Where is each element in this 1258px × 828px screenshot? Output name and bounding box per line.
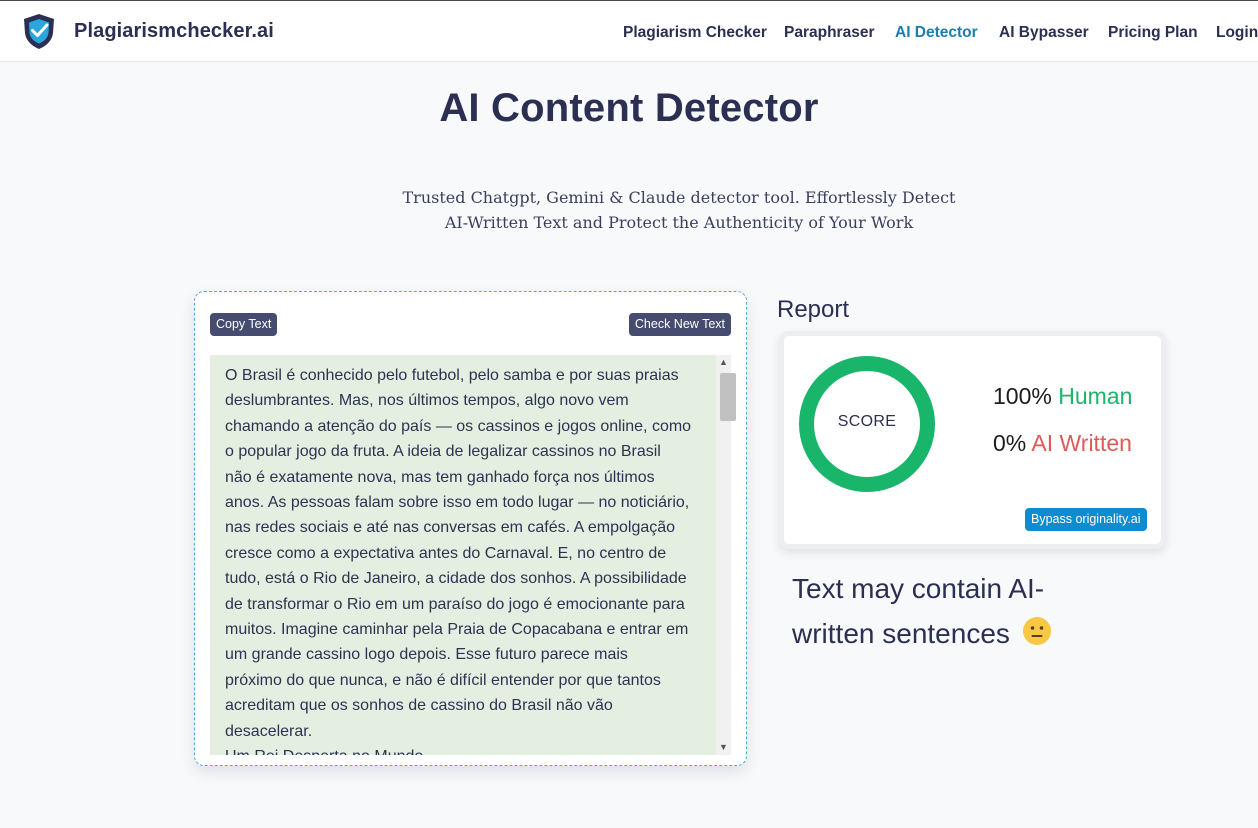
scroll-up-arrow-icon[interactable]: ▲	[716, 355, 731, 370]
bypass-originality-button[interactable]: Bypass originality.ai	[1025, 508, 1147, 531]
ai-score: 0% AI Written	[993, 430, 1132, 457]
nav-login[interactable]: Login	[1216, 24, 1258, 42]
human-label: Human	[1058, 383, 1133, 409]
human-score: 100% Human	[993, 383, 1132, 410]
nav-paraphraser[interactable]: Paraphraser	[784, 24, 874, 42]
copy-text-button[interactable]: Copy Text	[210, 313, 278, 336]
ai-label: AI Written	[1031, 430, 1132, 456]
subtitle-line-2: AI-Written Text and Protect the Authenti…	[444, 213, 914, 232]
neutral-face-icon	[1022, 614, 1052, 659]
nav-pricing-plan[interactable]: Pricing Plan	[1108, 24, 1198, 42]
text-editor-panel: Copy Text Check New Text O Brasil é conh…	[194, 291, 747, 766]
nav-ai-detector[interactable]: AI Detector	[895, 24, 978, 42]
subtitle-line-1: Trusted Chatgpt, Gemini & Claude detecto…	[402, 188, 956, 207]
human-percent: 100%	[993, 383, 1052, 409]
check-new-text-button[interactable]: Check New Text	[628, 313, 731, 336]
input-text-area[interactable]: O Brasil é conhecido pelo futebol, pelo …	[210, 355, 716, 755]
nav-plagiarism-checker[interactable]: Plagiarism Checker	[623, 24, 767, 42]
page-subtitle: Trusted Chatgpt, Gemini & Claude detecto…	[379, 185, 979, 235]
verdict-text: Text may contain AI-written sentences	[792, 573, 1045, 649]
text-scrollbar[interactable]: ▲ ▼	[716, 355, 736, 755]
ai-percent: 0%	[993, 430, 1027, 456]
report-card: SCORE 100% Human 0% AI Written Bypass or…	[779, 331, 1166, 549]
verdict-message: Text may contain AI-written sentences	[792, 566, 1122, 659]
page-title: AI Content Detector	[439, 86, 819, 130]
scrollbar-thumb[interactable]	[720, 373, 736, 421]
main-nav: Plagiarism Checker Paraphraser AI Detect…	[0, 24, 1258, 46]
top-navbar: Plagiarismchecker.ai Plagiarism Checker …	[0, 0, 1258, 62]
nav-ai-bypasser[interactable]: AI Bypasser	[999, 24, 1089, 42]
input-text-content: O Brasil é conhecido pelo futebol, pelo …	[225, 367, 692, 755]
scroll-down-arrow-icon[interactable]: ▼	[716, 740, 731, 755]
report-title: Report	[777, 296, 850, 323]
score-label: SCORE	[837, 413, 897, 430]
